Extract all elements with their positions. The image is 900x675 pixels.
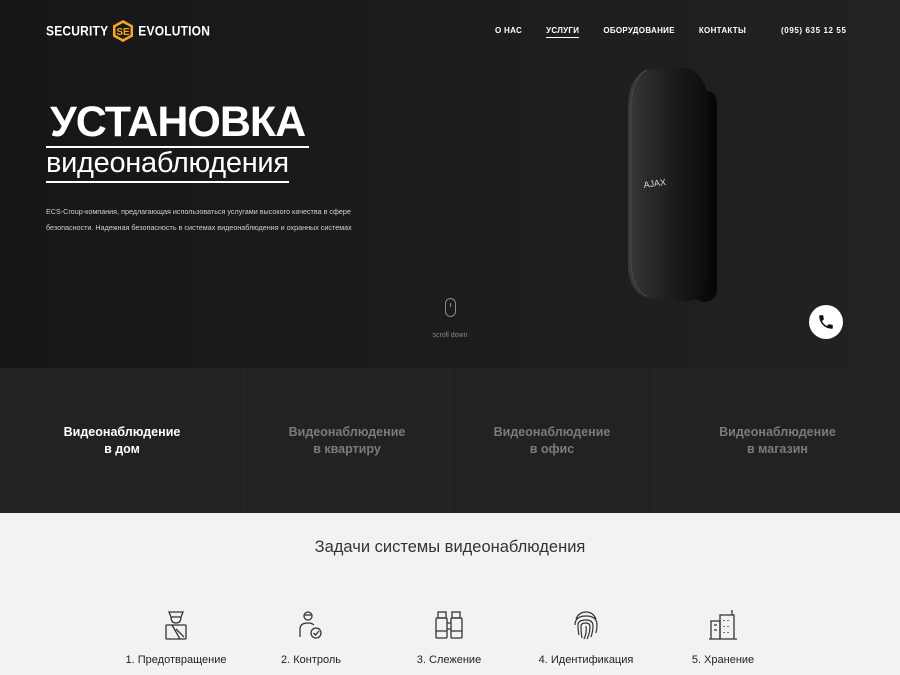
guard-icon [165, 611, 187, 640]
tasks-title: Задачи системы видеонаблюдения [314, 538, 586, 556]
service-tabs: Видеонаблюдение в дом Видеонаблюдение в … [0, 368, 900, 513]
scroll-down-label: scroll down [432, 332, 468, 339]
nav-item-equipment[interactable]: ОБОРУДОВАНИЕ [603, 26, 675, 38]
logo-text-right: EVOLUTION [138, 22, 211, 40]
ajax-device-image: AJAX [628, 68, 717, 302]
nav-item-services[interactable]: УСЛУГИ [546, 26, 580, 38]
logo-hexagon-icon: SE [113, 20, 134, 42]
tab-office[interactable]: Видеонаблюдение в офис [450, 368, 655, 513]
tab-office-label: Видеонаблюдение в офис [493, 424, 611, 456]
nav-item-about[interactable]: О НАС [495, 26, 522, 38]
task-item-identification: 4. Идентификация [526, 609, 646, 666]
mouse-icon [444, 298, 456, 317]
tab-apartment-label: Видеонаблюдение в квартиру [288, 424, 406, 456]
logo-text-left: SECURITY [46, 22, 109, 40]
svg-text:SE: SE [117, 27, 131, 38]
hero-section: SECURITY SE EVOLUTION О НАС УСЛУГИ ОБОРУ… [0, 0, 900, 368]
main-nav: О НАС УСЛУГИ ОБОРУДОВАНИЕ КОНТАКТЫ [495, 26, 770, 38]
call-button[interactable] [809, 305, 843, 339]
task-item-prevention: 1. Предотвращение [116, 609, 236, 666]
logo[interactable]: SECURITY SE EVOLUTION [46, 18, 210, 44]
task-item-control: 2. Контроль [251, 609, 371, 666]
tab-shop-label: Видеонаблюдение в магазин [719, 424, 836, 456]
task-label-identification: 4. Идентификация [538, 654, 634, 666]
task-item-storage: 5. Хранение [663, 609, 783, 666]
hero-description: ECS-Croup-компания, предлагающая использ… [46, 207, 352, 232]
task-label-tracking: 3. Слежение [416, 654, 482, 666]
tab-apartment[interactable]: Видеонаблюдение в квартиру [245, 368, 450, 513]
header-phone[interactable]: (095) 635 12 55 [781, 26, 847, 35]
tasks-section: Задачи системы видеонаблюдения 1. Предот… [0, 513, 900, 675]
hero-title: УСТАНОВКА [46, 98, 310, 148]
tab-shop[interactable]: Видеонаблюдение в магазин [655, 368, 900, 513]
scroll-down-indicator[interactable]: scroll down [425, 298, 475, 339]
phone-icon [819, 315, 833, 329]
task-label-control: 2. Контроль [280, 654, 341, 666]
tab-home-label: Видеонаблюдение в дом [63, 424, 181, 456]
user-check-icon [299, 611, 322, 639]
hero-subtitle: видеонаблюдения [46, 145, 289, 183]
nav-item-contacts[interactable]: КОНТАКТЫ [699, 26, 746, 38]
task-label-prevention: 1. Предотвращение [125, 654, 227, 666]
binoculars-icon [435, 611, 463, 639]
task-item-tracking: 3. Слежение [389, 609, 509, 666]
fingerprint-icon [574, 611, 598, 640]
building-icon [709, 610, 737, 640]
task-label-storage: 5. Хранение [691, 654, 755, 666]
tab-home[interactable]: Видеонаблюдение в дом [0, 368, 245, 513]
